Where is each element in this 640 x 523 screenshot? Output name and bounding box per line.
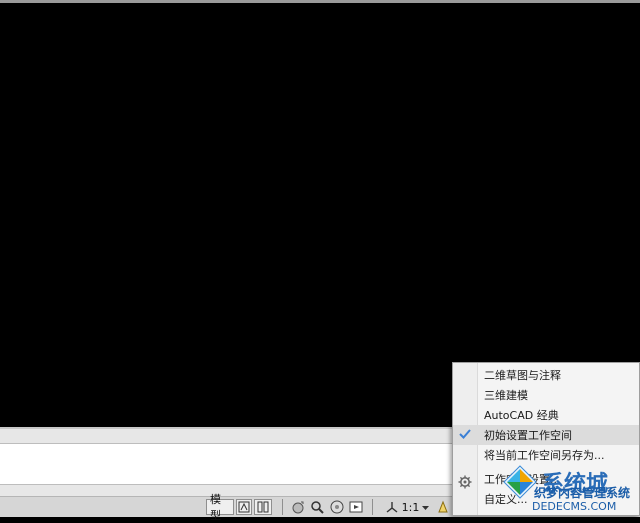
workspace-icon[interactable] xyxy=(435,499,451,515)
annotation-scale[interactable]: 1:1 xyxy=(382,499,432,515)
menu-item-customize[interactable]: 自定义... xyxy=(453,489,639,509)
workspace-menu: 二维草图与注释 三维建模 AutoCAD 经典 初始设置工作空间 将当前工作空间… xyxy=(452,362,640,516)
pan-icon[interactable] xyxy=(290,499,306,515)
gear-icon xyxy=(458,475,472,489)
model-tab[interactable]: 模型 xyxy=(206,493,234,522)
menu-item-label: 二维草图与注释 xyxy=(484,369,561,382)
showmotion-icon[interactable] xyxy=(348,499,364,515)
menu-item-label: 初始设置工作空间 xyxy=(484,429,572,442)
scale-label: 1:1 xyxy=(401,500,420,514)
menu-item-label: AutoCAD 经典 xyxy=(484,409,559,422)
zoom-icon[interactable] xyxy=(309,499,325,515)
model-label: 模型 xyxy=(210,493,221,522)
menu-item-save-workspace-as[interactable]: 将当前工作空间另存为... xyxy=(453,445,639,465)
menu-item-label: 三维建模 xyxy=(484,389,528,402)
check-icon xyxy=(459,429,471,439)
menu-item-autocad-classic[interactable]: AutoCAD 经典 xyxy=(453,405,639,425)
menu-item-label: 自定义... xyxy=(484,493,528,506)
menu-item-label: 工作空间设置... xyxy=(484,473,561,486)
menu-item-2d-drafting[interactable]: 二维草图与注释 xyxy=(453,365,639,385)
menu-item-workspace-settings[interactable]: 工作空间设置... xyxy=(453,469,639,489)
menu-item-label: 将当前工作空间另存为... xyxy=(484,449,605,462)
menu-item-initial-setup-workspace[interactable]: 初始设置工作空间 xyxy=(453,425,639,445)
steering-wheel-icon[interactable] xyxy=(329,499,345,515)
status-divider xyxy=(372,499,373,515)
grid-icon[interactable] xyxy=(254,499,272,515)
layout-icon[interactable] xyxy=(236,499,252,515)
annotation-icon xyxy=(386,502,398,513)
menu-item-3d-modeling[interactable]: 三维建模 xyxy=(453,385,639,405)
status-divider xyxy=(282,499,283,515)
dropdown-icon xyxy=(422,505,430,510)
